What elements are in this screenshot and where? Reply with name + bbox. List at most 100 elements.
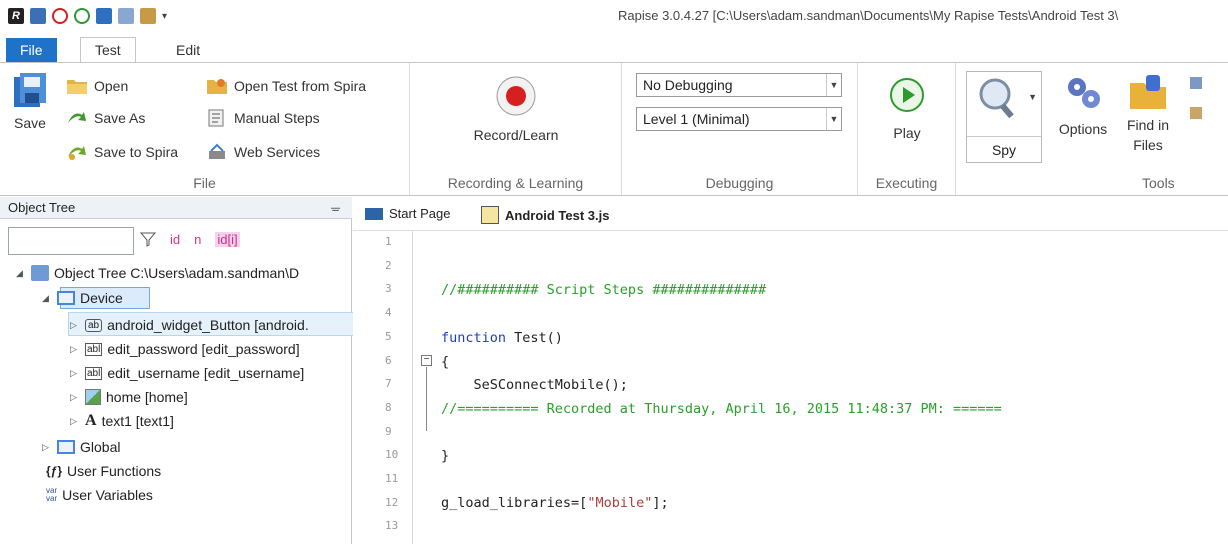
line-number: 12 bbox=[385, 495, 399, 509]
tree-device[interactable]: ◢ Device bbox=[42, 286, 123, 310]
ribbon: Save Open Save As Save to Spira Open Tes… bbox=[0, 62, 1228, 196]
folder-icon bbox=[67, 80, 87, 94]
script-editor: Start Page Android Test 3.js bbox=[353, 197, 1228, 544]
manual-steps-button[interactable]: Manual Steps bbox=[206, 107, 320, 129]
tree-global[interactable]: ▷ Global bbox=[42, 435, 120, 459]
code-line-5[interactable]: function Test() bbox=[441, 330, 563, 346]
debugging-group-label: Debugging bbox=[705, 175, 774, 191]
filter-id-toggle[interactable]: id bbox=[170, 232, 180, 247]
object-tree-root-icon bbox=[31, 265, 49, 281]
web-services-label: Web Services bbox=[234, 144, 321, 160]
filter-icon[interactable] bbox=[140, 231, 156, 247]
tree-item[interactable]: ▷ A text1 [text1] bbox=[70, 409, 174, 433]
expanded-arrow-icon[interactable]: ◢ bbox=[42, 293, 52, 304]
tab-android-test[interactable]: Android Test 3.js bbox=[481, 206, 610, 224]
open-label: Open bbox=[94, 78, 129, 94]
customize-qat-icon[interactable]: ▾ bbox=[162, 11, 167, 22]
collapsed-arrow-icon[interactable]: ▷ bbox=[70, 344, 80, 355]
pin-icon[interactable]: ᚚ bbox=[331, 200, 340, 216]
options-button[interactable]: Options bbox=[1052, 73, 1114, 137]
copy-icon[interactable] bbox=[118, 8, 134, 24]
spy-dropdown-icon[interactable]: ▼ bbox=[1028, 92, 1037, 102]
keyword-function: function bbox=[441, 330, 507, 346]
tab-test[interactable]: Test bbox=[80, 37, 136, 64]
collapsed-arrow-icon[interactable]: ▷ bbox=[70, 416, 80, 427]
tab-file[interactable]: File bbox=[6, 38, 57, 63]
play-icon[interactable] bbox=[74, 8, 90, 24]
tool-small-icon-2[interactable] bbox=[1190, 107, 1202, 119]
spira-folder-icon bbox=[207, 79, 227, 94]
fold-toggle-icon[interactable]: − bbox=[421, 355, 432, 366]
line-number: 4 bbox=[385, 306, 392, 320]
user-variables-label: User Variables bbox=[62, 487, 153, 503]
collapsed-arrow-icon[interactable]: ▷ bbox=[70, 320, 80, 331]
object-tree-panel: Object Tree ᚚ id n id[i] ◢ Object Tree C… bbox=[0, 197, 354, 544]
open-button[interactable]: Open bbox=[66, 75, 128, 97]
tools-group: ▼ Spy Options Find in Files Tools bbox=[956, 63, 1228, 195]
code-line-12[interactable]: g_load_libraries=["Mobile"]; bbox=[441, 495, 669, 511]
object-tree-header: Object Tree ᚚ bbox=[0, 197, 352, 219]
tree-root[interactable]: ◢ Object Tree C:\Users\adam.sandman\D bbox=[16, 261, 299, 285]
record-learn-button[interactable]: Record/Learn bbox=[460, 71, 572, 143]
global-folder-icon bbox=[57, 440, 75, 454]
code-part: ]; bbox=[652, 495, 669, 511]
code-line-6[interactable]: { bbox=[441, 354, 449, 370]
user-variables-icon: var var bbox=[46, 486, 58, 503]
user-functions-icon: {ƒ} bbox=[46, 464, 63, 478]
tree-root-label: Object Tree C:\Users\adam.sandman\D bbox=[54, 265, 300, 281]
object-filter-input[interactable] bbox=[8, 227, 134, 255]
user-functions-label: User Functions bbox=[67, 463, 162, 479]
code-line-8[interactable]: //========== Recorded at Thursday, April… bbox=[441, 401, 1002, 417]
recording-group: Record/Learn Recording & Learning bbox=[410, 63, 622, 195]
tree-item[interactable]: ▷ abl edit_username [edit_username] bbox=[70, 361, 304, 385]
code-line-10[interactable]: } bbox=[441, 448, 449, 464]
recording-group-label: Recording & Learning bbox=[447, 175, 584, 191]
tree-user-variables[interactable]: var var User Variables bbox=[46, 483, 153, 507]
record-icon[interactable] bbox=[52, 8, 68, 24]
find-in-files-button[interactable]: Find in Files bbox=[1122, 73, 1174, 155]
collapsed-arrow-icon[interactable]: ▷ bbox=[70, 392, 80, 403]
line-number: 11 bbox=[385, 472, 399, 485]
tree-item[interactable]: ▷ ab android_widget_Button [android. bbox=[70, 313, 309, 337]
code-line-7[interactable]: SeSConnectMobile(); bbox=[441, 377, 628, 393]
fold-guide bbox=[426, 367, 427, 431]
new-test-icon[interactable] bbox=[30, 8, 46, 24]
tree-item[interactable]: ▷ abl edit_password [edit_password] bbox=[70, 337, 300, 361]
code-string: "Mobile" bbox=[587, 495, 653, 511]
tree-item[interactable]: ▷ home [home] bbox=[70, 385, 188, 409]
play-label: Play bbox=[893, 125, 921, 141]
filter-n-toggle[interactable]: n bbox=[194, 232, 201, 247]
save-icon[interactable] bbox=[96, 8, 112, 24]
line-number: 5 bbox=[385, 329, 392, 343]
chevron-down-icon: ▼ bbox=[826, 108, 841, 130]
function-name: Test() bbox=[506, 330, 563, 346]
rapise-logo-icon: R bbox=[8, 8, 24, 24]
window-title: Rapise 3.0.4.27 [C:\Users\adam.sandman\D… bbox=[618, 8, 1119, 23]
save-as-label: Save As bbox=[94, 110, 146, 126]
record-learn-label: Record/Learn bbox=[473, 127, 559, 143]
debug-level-dropdown[interactable]: Level 1 (Minimal) ▼ bbox=[636, 107, 842, 131]
device-label: Device bbox=[80, 290, 123, 306]
paste-icon[interactable] bbox=[140, 8, 156, 24]
tree-user-functions[interactable]: {ƒ} User Functions bbox=[46, 459, 161, 483]
save-button[interactable]: Save bbox=[6, 71, 54, 131]
executing-group: Play Executing bbox=[858, 63, 956, 195]
open-test-from-spira-button[interactable]: Open Test from Spira bbox=[206, 75, 366, 97]
filter-idx-toggle[interactable]: id[i] bbox=[215, 231, 240, 247]
code-line-3[interactable]: //########## Script Steps ############## bbox=[441, 282, 766, 298]
start-page-label: Start Page bbox=[389, 206, 451, 221]
collapsed-arrow-icon[interactable]: ▷ bbox=[70, 368, 80, 379]
filter-tools: id n id[i] bbox=[140, 231, 240, 247]
collapsed-arrow-icon[interactable]: ▷ bbox=[42, 442, 52, 453]
spy-split-button[interactable]: ▼ Spy bbox=[966, 71, 1042, 163]
expanded-arrow-icon[interactable]: ◢ bbox=[16, 268, 26, 279]
tab-start-page[interactable]: Start Page bbox=[365, 206, 450, 221]
tab-edit[interactable]: Edit bbox=[162, 38, 214, 63]
save-to-spira-button[interactable]: Save to Spira bbox=[66, 141, 178, 163]
play-button[interactable]: Play bbox=[876, 75, 938, 141]
web-services-button[interactable]: Web Services bbox=[206, 141, 320, 163]
quick-access-toolbar: R ▾ bbox=[8, 8, 167, 24]
debug-mode-dropdown[interactable]: No Debugging ▼ bbox=[636, 73, 842, 97]
tool-small-icon-1[interactable] bbox=[1190, 77, 1202, 89]
save-as-button[interactable]: Save As bbox=[66, 107, 145, 129]
